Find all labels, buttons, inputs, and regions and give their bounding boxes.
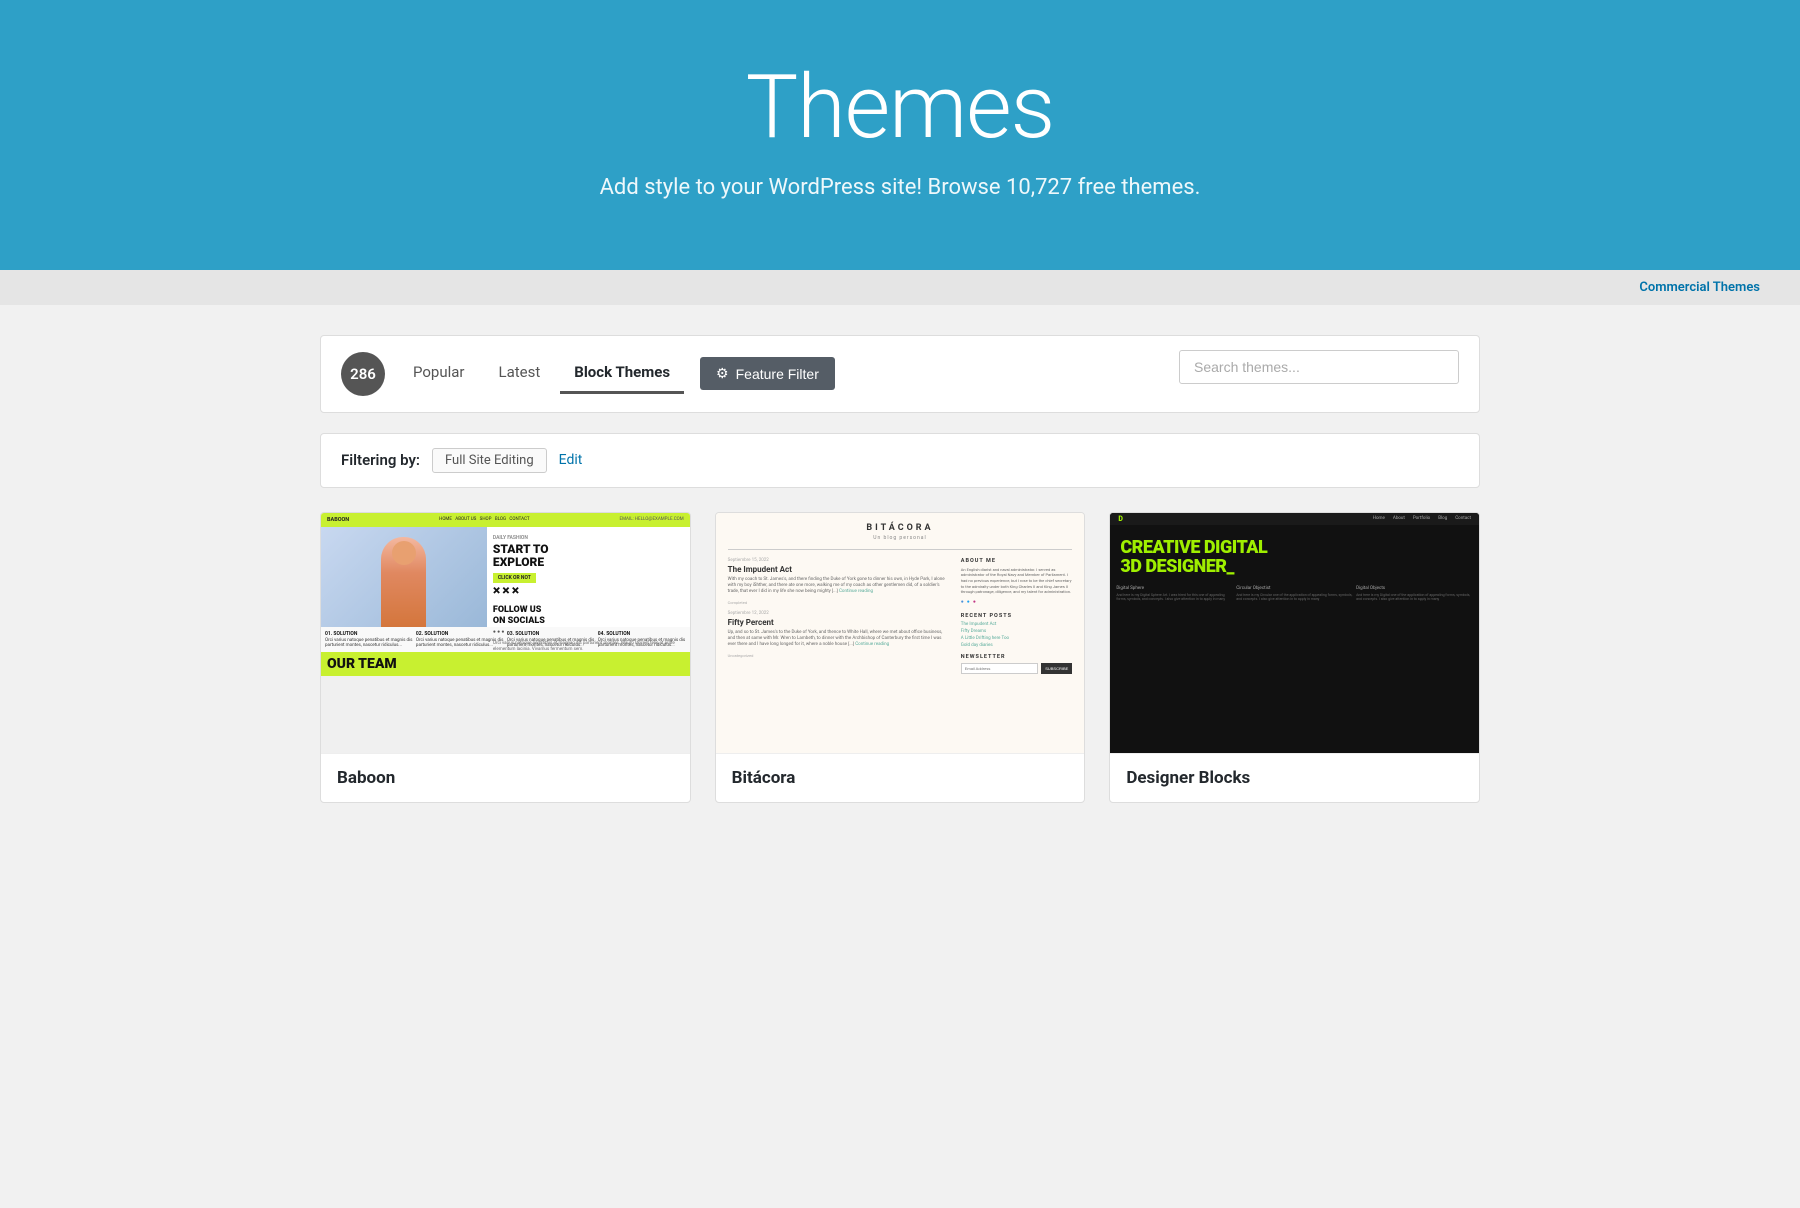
hero-subtitle: Add style to your WordPress site! Browse…: [20, 175, 1780, 200]
gear-icon: ⚙: [716, 365, 729, 382]
page-title: Themes: [20, 60, 1780, 157]
filter-label: Filtering by:: [341, 451, 420, 469]
tab-latest[interactable]: Latest: [485, 353, 555, 394]
tab-popular[interactable]: Popular: [399, 353, 479, 394]
theme-name-designer-blocks: Designer Blocks: [1110, 753, 1479, 802]
theme-preview-bitacora: BITÁCORA Un blog personal Septiembre 15,…: [716, 513, 1085, 753]
designer-mock: D Home About Portfolio Blog Contact CREA…: [1110, 513, 1479, 753]
filter-row: Filtering by: Full Site Editing Edit: [320, 433, 1480, 488]
theme-card-designer-blocks[interactable]: D Home About Portfolio Blog Contact CREA…: [1109, 512, 1480, 803]
tab-block-themes[interactable]: Block Themes: [560, 353, 684, 394]
theme-card-baboon[interactable]: BABOON HOME ABOUT US SHOP BLOG CONTACT E…: [320, 512, 691, 803]
themes-grid: BABOON HOME ABOUT US SHOP BLOG CONTACT E…: [320, 512, 1480, 803]
feature-filter-label: Feature Filter: [736, 366, 819, 382]
main-content: 286 Popular Latest Block Themes ⚙ Featur…: [300, 305, 1500, 843]
tabs-row: 286 Popular Latest Block Themes ⚙ Featur…: [320, 335, 1480, 413]
filter-edit-link[interactable]: Edit: [559, 452, 583, 468]
theme-count-badge: 286: [341, 352, 385, 396]
theme-preview-designer-blocks: D Home About Portfolio Blog Contact CREA…: [1110, 513, 1479, 753]
bitacora-mock: BITÁCORA Un blog personal Septiembre 15,…: [716, 513, 1085, 753]
theme-card-bitacora[interactable]: BITÁCORA Un blog personal Septiembre 15,…: [715, 512, 1086, 803]
hero-section: Themes Add style to your WordPress site!…: [0, 0, 1800, 270]
commercial-bar: Commercial Themes: [0, 270, 1800, 305]
search-input[interactable]: [1179, 350, 1459, 384]
commercial-themes-link[interactable]: Commercial Themes: [1639, 280, 1760, 295]
search-wrap: [1179, 350, 1459, 384]
baboon-mock: BABOON HOME ABOUT US SHOP BLOG CONTACT E…: [321, 513, 690, 753]
theme-name-bitacora: Bitácora: [716, 753, 1085, 802]
feature-filter-button[interactable]: ⚙ Feature Filter: [700, 357, 835, 390]
theme-name-baboon: Baboon: [321, 753, 690, 802]
theme-preview-baboon: BABOON HOME ABOUT US SHOP BLOG CONTACT E…: [321, 513, 690, 753]
filter-tag: Full Site Editing: [432, 448, 547, 473]
